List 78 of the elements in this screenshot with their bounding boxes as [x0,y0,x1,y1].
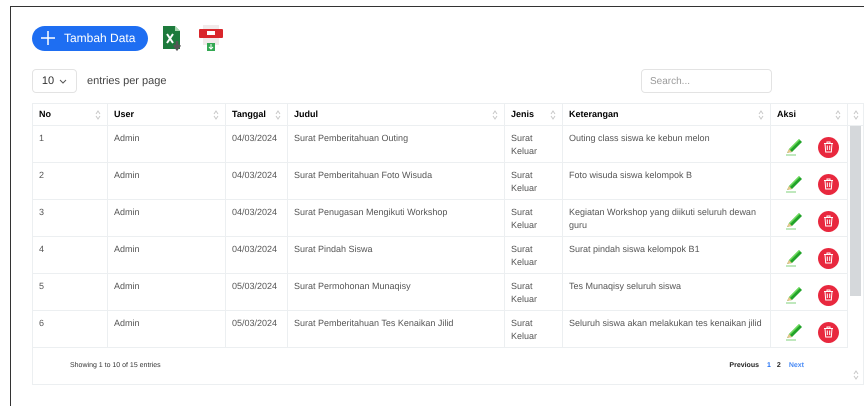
table-cell-text: Admin [114,317,141,330]
table-cell-text: Kegiatan Workshop yang diikuti seluruh dewan guru [569,206,757,232]
table-cell-text: Seluruh siswa akan melakukan tes kenaikan jilid [569,317,763,330]
table-cell-text: 04/03/2024 [232,206,278,219]
page-size-select[interactable]: 10 [32,69,77,93]
table-cell-text: Surat Pemberitahuan Tes Kenaikan Jilid [294,317,454,330]
table-cell-text: 05/03/2024 [232,280,278,293]
delete-button[interactable] [818,174,839,194]
pencil-icon[interactable] [784,322,804,342]
table-cell-text: Surat Keluar [511,280,538,306]
table-cell-text: Surat Permohonan Munaqisy [294,280,412,293]
table-cell-text: 04/03/2024 [232,169,278,182]
plus-icon [40,30,56,46]
table-cell-text: Surat Keluar [511,206,538,232]
column-header: Judul [294,108,318,121]
trash-icon [823,178,834,190]
pencil-icon[interactable] [784,174,804,194]
table-cell-text: Admin [114,169,141,182]
sort-icon[interactable] [213,110,219,120]
table-cell-text: Surat pindah siswa kelompok B1 [569,243,701,256]
table-cell-text: Surat Keluar [511,169,538,195]
table-cell-text: Surat Pemberitahuan Foto Wisuda [294,169,434,182]
table-cell-text: 6 [39,317,46,330]
column-header: Tanggal [232,108,266,121]
add-data-button[interactable]: Tambah Data [32,26,148,50]
table-cell-text: 04/03/2024 [232,243,278,256]
delete-button[interactable] [818,322,839,342]
trash-icon [823,326,834,338]
trash-icon [823,215,834,227]
column-header: Keterangan [569,108,619,121]
delete-button[interactable] [818,284,839,306]
table-cell-text: Tes Munaqisy seluruh siswa [569,280,682,293]
pencil-icon[interactable] [784,211,804,231]
pdf-export-icon[interactable] [198,24,224,52]
chevron-icon [59,78,68,84]
entries-label: entries per page [87,74,166,89]
trash-icon [823,252,834,264]
pencil-icon[interactable] [784,285,804,305]
sort-icon[interactable] [852,370,858,380]
column-header: User [114,108,134,121]
sort-icon[interactable] [95,110,101,120]
column-header: No [39,108,51,121]
sort-icon[interactable] [492,110,498,120]
table-cell-text: Admin [114,206,141,219]
table-cell-text: Surat Pemberitahuan Outing [294,132,410,145]
column-header: Aksi [777,108,796,121]
table-cell-text: Surat Penugasan Mengikuti Workshop [294,206,448,219]
trash-icon [823,141,834,153]
table-cell-text: 3 [39,206,46,219]
sort-icon[interactable] [852,110,858,120]
table-cell-text: 5 [39,280,46,293]
table-cell-text: Surat Keluar [511,243,538,269]
table-cell-text: Admin [114,280,141,293]
table-cell-text: Surat Keluar [511,132,538,158]
search-field[interactable]: Search... [641,69,772,93]
table-cell-text: 2 [39,169,46,182]
column-header: Jenis [511,108,534,121]
scrollbar-thumb[interactable] [850,126,861,296]
delete-button[interactable] [818,210,839,232]
table-cell-text: 05/03/2024 [232,317,278,330]
pencil-icon[interactable] [784,137,804,157]
table-cell-text: Foto wisuda siswa kelompok B [569,169,694,182]
sort-icon[interactable] [275,110,281,120]
delete-button[interactable] [818,136,839,158]
pencil-icon[interactable] [784,248,804,268]
table-cell-text: Admin [114,243,141,256]
sort-icon[interactable] [835,110,841,120]
table-cell-text: Outing class siswa ke kebun melon [569,132,711,145]
table-cell-text: Surat Pindah Siswa [294,243,374,256]
table-cell-text: 04/03/2024 [232,132,278,145]
table-cell-text: 1 [39,132,46,145]
trash-icon [823,289,834,301]
delete-button[interactable] [818,248,839,268]
table-cell-text: Surat Keluar [511,317,538,343]
sort-icon[interactable] [758,110,764,120]
table-cell-text: Admin [114,132,141,145]
sort-icon[interactable] [550,110,556,120]
table-cell-text: 4 [39,243,46,256]
